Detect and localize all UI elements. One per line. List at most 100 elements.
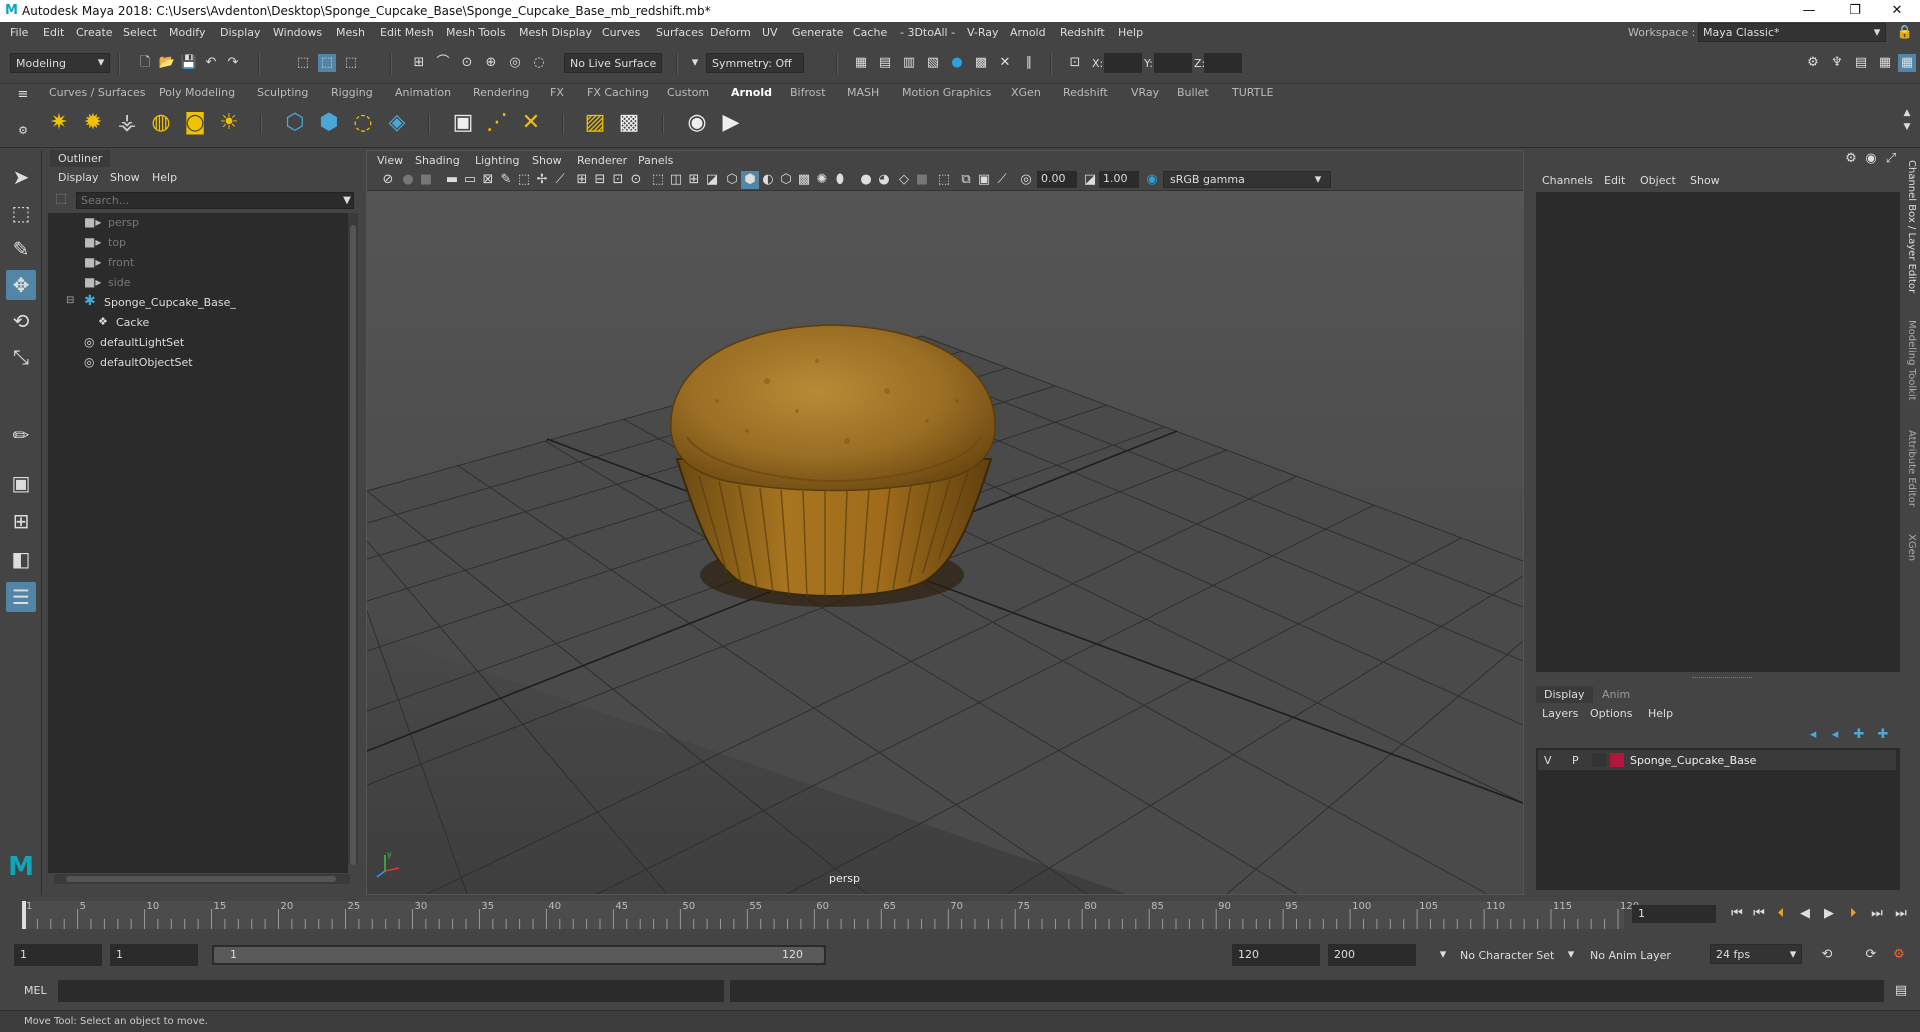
pause-icon[interactable]: ∥ bbox=[1020, 54, 1038, 72]
snap-curve-icon[interactable]: ⌒ bbox=[434, 54, 452, 72]
paint-select-tool-icon[interactable]: ✎ bbox=[6, 234, 36, 264]
render-sequence-icon[interactable]: ▤ bbox=[876, 54, 894, 72]
go-to-end-icon[interactable]: ⏭ bbox=[1892, 905, 1910, 923]
four-view-icon[interactable]: ⊞ bbox=[6, 506, 36, 536]
menu-edit[interactable]: Edit bbox=[43, 26, 64, 39]
shelf-tab-turtle[interactable]: TURTLE bbox=[1232, 86, 1273, 99]
depth-of-field-icon[interactable]: ⬮ bbox=[831, 171, 849, 189]
channel-menu-show[interactable]: Show bbox=[1690, 174, 1720, 187]
flush-all-icon[interactable]: ✕ bbox=[516, 108, 546, 138]
clip-ghosts-icon[interactable]: ⟋ bbox=[993, 171, 1011, 189]
character-set-dropdown[interactable]: No Character Set bbox=[1460, 949, 1554, 962]
outliner-item-front[interactable]: ■▸ front bbox=[48, 253, 338, 273]
physical-sky-icon[interactable]: ☀ bbox=[214, 108, 244, 138]
rotate-tool-icon[interactable]: ⟲ bbox=[6, 306, 36, 336]
image-plane-icon[interactable]: ▭ bbox=[461, 171, 479, 189]
wireframe-icon[interactable]: ⬚ bbox=[649, 171, 667, 189]
chevron-down-icon[interactable]: ▾ bbox=[1562, 946, 1580, 964]
menu-deform[interactable]: Deform bbox=[710, 26, 751, 39]
mel-input[interactable] bbox=[58, 980, 724, 1002]
chevron-down-icon[interactable]: ▾ bbox=[92, 54, 110, 72]
layer-color-swatch[interactable] bbox=[1610, 753, 1624, 767]
menu-mesh-display[interactable]: Mesh Display bbox=[519, 26, 592, 39]
attribute-icon[interactable]: ◉ bbox=[1862, 150, 1880, 168]
move-tool-icon[interactable]: ✥ bbox=[6, 270, 36, 300]
ipr-icon[interactable]: ▥ bbox=[900, 54, 918, 72]
anim-layer-dropdown[interactable]: No Anim Layer bbox=[1590, 949, 1671, 962]
resolution-gate-icon[interactable]: ⬚ bbox=[515, 171, 533, 189]
viewport-menu-show[interactable]: Show bbox=[532, 154, 562, 167]
range-slider[interactable]: 1 120 bbox=[212, 945, 826, 965]
preferences-icon[interactable]: ⚙ bbox=[1890, 946, 1908, 964]
menu-display[interactable]: Display bbox=[220, 26, 261, 39]
camera-lock-icon[interactable]: ▬ bbox=[443, 171, 461, 189]
viewport-menu-renderer[interactable]: Renderer bbox=[577, 154, 627, 167]
channel-menu-object[interactable]: Object bbox=[1640, 174, 1676, 187]
film-gate-icon[interactable]: ✢ bbox=[533, 171, 551, 189]
playback-start-field[interactable]: 1 bbox=[110, 944, 198, 966]
channel-menu-channels[interactable]: Channels bbox=[1542, 174, 1593, 187]
area-light-icon[interactable]: ✷ bbox=[44, 108, 74, 138]
use-default-material-icon[interactable]: ⬢ bbox=[741, 171, 759, 189]
layer-menu-layers[interactable]: Layers bbox=[1542, 707, 1578, 720]
tool-settings-icon[interactable]: ▦ bbox=[1876, 54, 1894, 72]
material-icon[interactable]: ▨ bbox=[580, 108, 610, 138]
shelf-tab-mash[interactable]: MASH bbox=[847, 86, 879, 99]
shelf-settings-icon[interactable]: ⚙ bbox=[14, 122, 32, 140]
scale-tool-icon[interactable]: ⤡ bbox=[6, 342, 36, 372]
hypershade-icon[interactable]: ✕ bbox=[996, 54, 1014, 72]
motion-blur-icon[interactable]: ▩ bbox=[795, 171, 813, 189]
auto-key-icon[interactable]: ⟳ bbox=[1862, 946, 1880, 964]
z-field[interactable] bbox=[1204, 53, 1242, 73]
cupcake-mesh[interactable] bbox=[670, 324, 996, 607]
snap-point-icon[interactable]: ⊙ bbox=[458, 54, 476, 72]
chevron-down-icon[interactable]: ▾ bbox=[1868, 24, 1886, 42]
shelf-tab-xgen[interactable]: XGen bbox=[1011, 86, 1041, 99]
exposure-field[interactable]: 0.00 bbox=[1037, 171, 1077, 188]
shelf-tab-custom[interactable]: Custom bbox=[667, 86, 709, 99]
gamma-icon[interactable]: ◪ bbox=[1081, 171, 1099, 189]
smooth-shade-icon[interactable]: ◫ bbox=[667, 171, 685, 189]
xray-icon[interactable]: ⬡ bbox=[723, 171, 741, 189]
exposure-icon[interactable]: ◎ bbox=[1017, 171, 1035, 189]
bookmark-icon[interactable]: ■ bbox=[417, 171, 435, 189]
maximize-button[interactable]: ❐ bbox=[1832, 0, 1878, 22]
shelf-tab-bullet[interactable]: Bullet bbox=[1177, 86, 1209, 99]
menu-mesh-tools[interactable]: Mesh Tools bbox=[446, 26, 506, 39]
flush-texture-icon[interactable]: ▣ bbox=[448, 108, 478, 138]
shelf-tab-redshift[interactable]: Redshift bbox=[1063, 86, 1108, 99]
shelf-tab-vray[interactable]: VRay bbox=[1131, 86, 1159, 99]
single-perspective-icon[interactable]: ▣ bbox=[6, 468, 36, 498]
outliner-layout-icon[interactable]: ☰ bbox=[6, 582, 36, 612]
play-backwards-icon[interactable]: ◀ bbox=[1796, 905, 1814, 923]
menu-mesh[interactable]: Mesh bbox=[336, 26, 365, 39]
shelf-tab-poly-modeling[interactable]: Poly Modeling bbox=[159, 86, 235, 99]
screen-space-ao-icon[interactable]: ⬡ bbox=[777, 171, 795, 189]
safe-title-icon[interactable]: ⊙ bbox=[627, 171, 645, 189]
snap-view-icon[interactable]: ⊕ bbox=[482, 54, 500, 72]
shelf-tab-rigging[interactable]: Rigging bbox=[331, 86, 373, 99]
save-scene-icon[interactable]: 💾 bbox=[180, 54, 198, 72]
gamma-field[interactable]: 1.00 bbox=[1099, 171, 1139, 188]
menu-redshift[interactable]: Redshift bbox=[1060, 26, 1105, 39]
snap-grid-icon[interactable]: ⊞ bbox=[410, 54, 428, 72]
grease-pencil-icon[interactable]: ✎ bbox=[497, 171, 515, 189]
standin-icon[interactable]: ⬡ bbox=[280, 108, 310, 138]
step-back-key-icon[interactable]: ⏮ bbox=[1750, 905, 1768, 923]
backface-icon[interactable]: ■ bbox=[913, 171, 931, 189]
tab-xgen[interactable]: XGen bbox=[1906, 534, 1917, 561]
shelf-tab-fx[interactable]: FX bbox=[550, 86, 564, 99]
outliner-tab[interactable]: Outliner bbox=[50, 150, 111, 167]
shelf-scroll-down-icon[interactable]: ▼ bbox=[1898, 118, 1916, 136]
wireframe-on-shaded-icon[interactable]: ⊞ bbox=[685, 171, 703, 189]
start-time-field[interactable]: 1 bbox=[14, 944, 102, 966]
flush-selected-icon[interactable]: ⋰ bbox=[482, 108, 512, 138]
outliner-scrollbar-thumb[interactable] bbox=[350, 225, 356, 865]
current-frame-field[interactable]: 1 bbox=[1632, 905, 1716, 923]
camera-nav-icon[interactable]: ⧉ bbox=[957, 171, 975, 189]
script-editor-icon[interactable]: ▤ bbox=[1892, 982, 1910, 1000]
time-slider-track[interactable]: 1 5 10 15 20 25 30 35 40 45 50 55 60 65 70 75 80 85 90 95 10… bbox=[22, 901, 1639, 929]
menu-modify[interactable]: Modify bbox=[169, 26, 205, 39]
attribute-editor-icon[interactable]: ▤ bbox=[1852, 54, 1870, 72]
chevron-down-icon[interactable]: ▾ bbox=[686, 54, 704, 72]
